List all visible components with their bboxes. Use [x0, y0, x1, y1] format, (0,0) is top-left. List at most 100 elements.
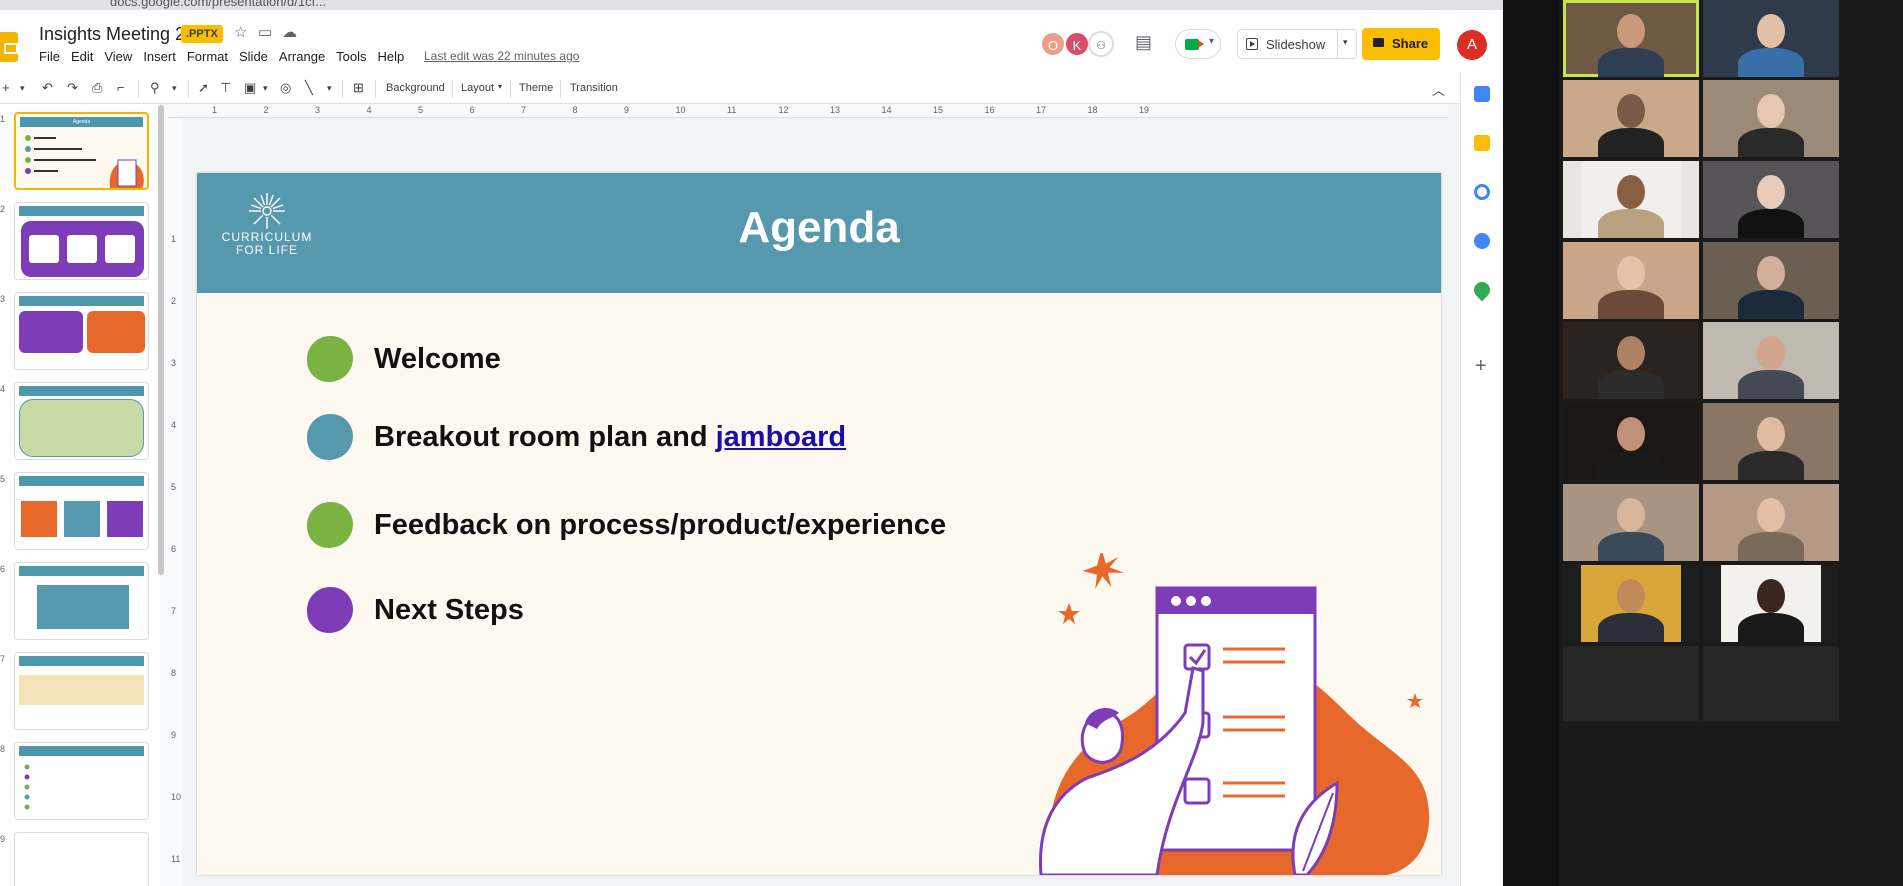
participant-video-tile[interactable] — [1563, 322, 1699, 399]
agenda-item-text[interactable]: Next Steps — [374, 594, 524, 627]
collaborator-avatar[interactable]: O — [1040, 31, 1066, 57]
slide-title[interactable]: Agenda — [197, 203, 1441, 253]
add-icon[interactable]: + — [1475, 355, 1487, 378]
current-slide[interactable]: CURRICULUM FOR LIFE Agenda Welcome Break… — [197, 173, 1441, 875]
menu-file[interactable]: File — [39, 49, 60, 64]
participant-video-tile[interactable] — [1563, 80, 1699, 157]
participant-video-tile[interactable] — [1703, 0, 1839, 77]
chevron-down-icon[interactable]: ▾ — [172, 83, 177, 94]
slide-thumbnail[interactable] — [14, 562, 149, 640]
slide-thumbnail-row[interactable]: 9 — [0, 832, 160, 886]
menu-arrange[interactable]: Arrange — [279, 49, 325, 64]
tasks-icon[interactable] — [1474, 184, 1490, 200]
maps-icon[interactable] — [1470, 278, 1494, 302]
text-box-icon[interactable]: ⊤ — [220, 80, 231, 96]
slide-thumbnail-row[interactable]: 7 — [0, 652, 160, 732]
participant-video-tile[interactable] — [1563, 0, 1699, 77]
last-edit-link[interactable]: Last edit was 22 minutes ago — [424, 49, 579, 63]
slide-thumbnail-row[interactable]: 8 — [0, 742, 160, 822]
collapse-toolbar-icon[interactable]: ︿ — [1432, 80, 1445, 99]
chevron-down-icon[interactable]: ▾ — [327, 83, 332, 94]
participant-video-tile[interactable] — [1703, 484, 1839, 561]
cloud-status-icon[interactable]: ☁ — [282, 23, 297, 41]
browser-address-bar[interactable]: docs.google.com/presentation/d/1cf... — [0, 0, 1503, 10]
slide-thumbnail-row[interactable]: 6 — [0, 562, 160, 642]
move-folder-icon[interactable]: ▭ — [258, 23, 272, 41]
participant-body — [1738, 290, 1804, 319]
slide-thumbnail-row[interactable]: 5 — [0, 472, 160, 552]
chevron-down-icon[interactable]: ▾ — [263, 83, 268, 94]
agenda-item-text[interactable]: Welcome — [374, 343, 501, 376]
menu-help[interactable]: Help — [378, 49, 405, 64]
shape-icon[interactable]: ◎ — [280, 80, 291, 96]
print-icon[interactable]: ⎙ — [92, 80, 102, 96]
participant-video-tile[interactable] — [1563, 646, 1699, 721]
participant-video-tile[interactable] — [1703, 322, 1839, 399]
participant-video-tile[interactable] — [1703, 80, 1839, 157]
chevron-down-icon[interactable]: ▾ — [1343, 37, 1348, 48]
more-collaborators-icon[interactable]: ⚇ — [1088, 31, 1114, 57]
undo-icon[interactable]: ↶ — [42, 80, 53, 96]
slide-thumbnail[interactable] — [14, 832, 149, 886]
share-button[interactable]: Share — [1362, 28, 1440, 60]
participant-video-tile[interactable] — [1703, 161, 1839, 238]
slide-thumbnail[interactable] — [14, 472, 149, 550]
slides-logo-icon[interactable] — [0, 32, 18, 62]
calendar-icon[interactable] — [1474, 86, 1490, 102]
document-title[interactable]: Insights Meeting 2 — [39, 24, 185, 45]
participant-video-tile[interactable] — [1563, 242, 1699, 319]
slide-number: 6 — [0, 564, 6, 574]
slide-thumbnail[interactable] — [14, 382, 149, 460]
insert-image-icon[interactable]: ▣ — [244, 80, 256, 96]
collaborator-avatar[interactable]: K — [1064, 31, 1090, 57]
participant-video-tile[interactable] — [1703, 646, 1839, 721]
new-slide-icon[interactable]: + — [2, 80, 10, 95]
slide-thumbnail-row[interactable]: 1 Agenda — [0, 112, 160, 192]
participant-video-tile[interactable] — [1703, 403, 1839, 480]
add-comment-icon[interactable]: ⊞ — [353, 80, 364, 96]
participant-video-tile[interactable] — [1563, 403, 1699, 480]
menu-format[interactable]: Format — [187, 49, 228, 64]
transition-button[interactable]: Transition — [570, 82, 618, 94]
menu-edit[interactable]: Edit — [71, 49, 93, 64]
select-cursor-icon[interactable]: ➚ — [198, 80, 209, 96]
layout-button[interactable]: Layout — [461, 82, 494, 94]
participant-video-tile[interactable] — [1703, 565, 1839, 642]
agenda-item-text[interactable]: Breakout room plan and jamboard — [374, 421, 846, 454]
slide-thumbnail[interactable] — [14, 742, 149, 820]
line-icon[interactable]: ╲ — [305, 80, 313, 96]
slide-thumbnail[interactable]: Agenda — [14, 112, 149, 190]
comment-history-icon[interactable]: ▤ — [1135, 32, 1152, 53]
menu-insert[interactable]: Insert — [143, 49, 176, 64]
slide-thumbnail-row[interactable]: 4 — [0, 382, 160, 462]
jamboard-link[interactable]: jamboard — [716, 421, 847, 453]
slide-thumbnail-row[interactable]: 2 — [0, 202, 160, 282]
meet-button[interactable]: ▾ — [1175, 29, 1221, 59]
background-button[interactable]: Background — [386, 82, 445, 94]
contacts-icon[interactable] — [1474, 233, 1490, 249]
account-avatar[interactable]: A — [1457, 30, 1487, 60]
star-icon[interactable]: ☆ — [234, 23, 247, 41]
slide-thumbnail-row[interactable]: 3 — [0, 292, 160, 372]
redo-icon[interactable]: ↷ — [67, 80, 78, 96]
participant-video-tile[interactable] — [1703, 242, 1839, 319]
menu-slide[interactable]: Slide — [239, 49, 268, 64]
paint-format-icon[interactable]: ⌐ — [117, 80, 125, 95]
participant-video-tile[interactable] — [1563, 161, 1699, 238]
participant-video-tile[interactable] — [1563, 565, 1699, 642]
slide-thumbnail[interactable] — [14, 652, 149, 730]
filmstrip-scrollbar[interactable] — [158, 105, 164, 575]
ruler-tick-label: 19 — [1139, 105, 1150, 115]
theme-button[interactable]: Theme — [519, 82, 553, 94]
chevron-down-icon[interactable]: ▾ — [20, 83, 25, 94]
slide-thumbnail[interactable] — [14, 292, 149, 370]
participant-video-tile[interactable] — [1563, 484, 1699, 561]
menu-tools[interactable]: Tools — [336, 49, 366, 64]
slideshow-button[interactable]: Slideshow ▾ — [1237, 29, 1357, 59]
keep-icon[interactable] — [1474, 135, 1490, 151]
chevron-down-icon[interactable]: ▾ — [498, 82, 502, 91]
zoom-icon[interactable]: ⚲ — [150, 80, 160, 96]
agenda-item-text[interactable]: Feedback on process/product/experience — [374, 509, 946, 542]
slide-thumbnail[interactable] — [14, 202, 149, 280]
menu-view[interactable]: View — [104, 49, 132, 64]
